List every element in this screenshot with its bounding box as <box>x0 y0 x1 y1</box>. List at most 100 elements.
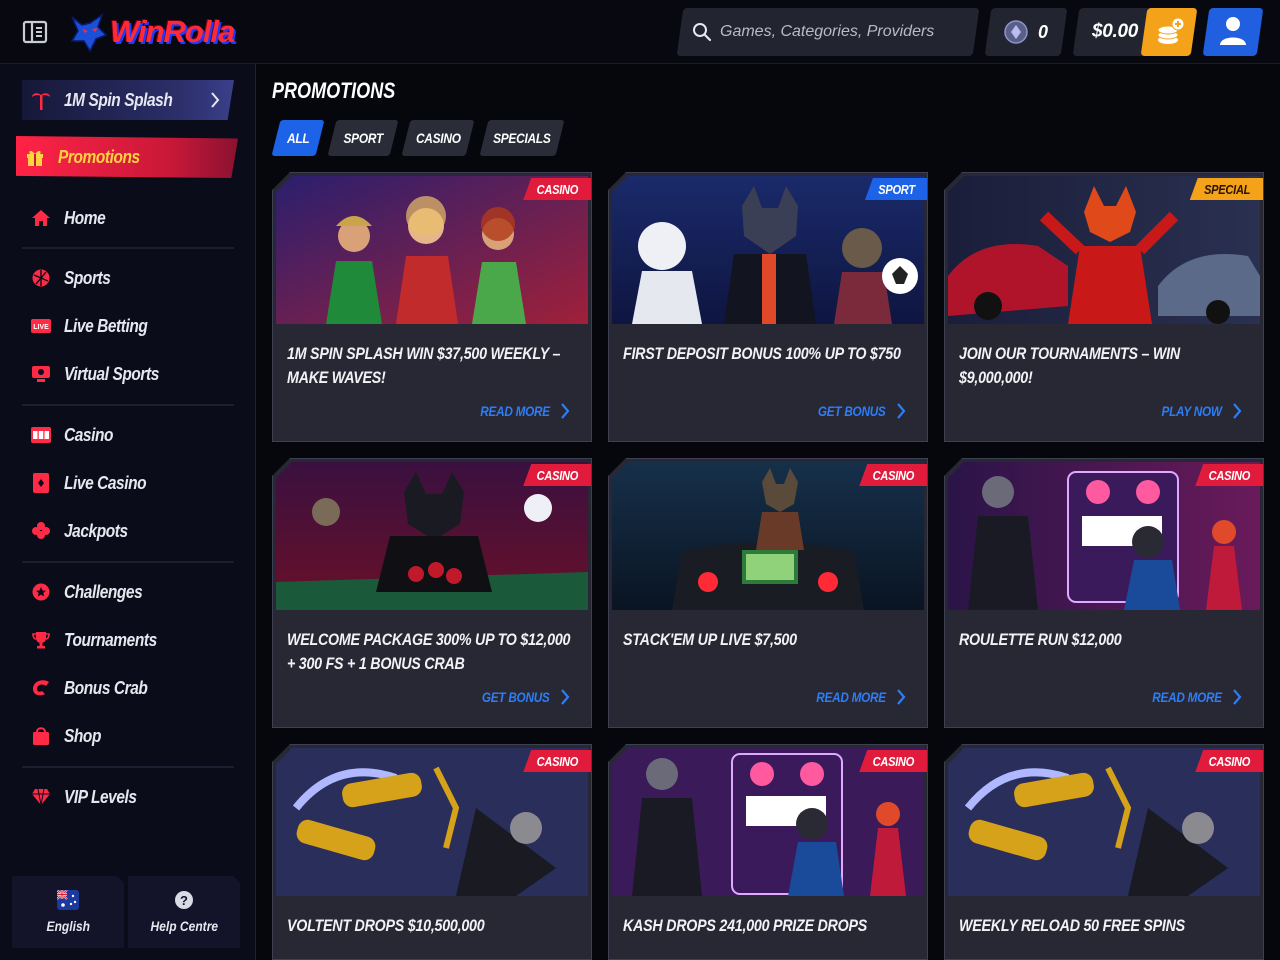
cta-label: Read More <box>816 689 886 705</box>
tab-all[interactable]: All <box>271 120 325 156</box>
category-badge: Casino <box>1195 464 1264 486</box>
play-now-link[interactable]: Play Now <box>1150 402 1242 420</box>
sidebar-item-home[interactable]: Home <box>22 198 234 238</box>
clover-icon <box>30 520 52 542</box>
help-centre-button[interactable]: ? Help Centre <box>128 876 240 948</box>
sidebar-item-label: Bonus Crab <box>64 677 148 698</box>
tab-specials[interactable]: Specials <box>479 120 565 156</box>
promo-card[interactable]: Casino Voltent Drops $10,500,000 <box>272 744 592 960</box>
sidebar-item-1m-spin-splash[interactable]: 1M Spin Splash <box>22 80 234 120</box>
language-label: English <box>46 918 90 934</box>
search-input[interactable] <box>720 23 970 41</box>
gem-coin-icon <box>1004 20 1028 44</box>
sidebar-featured-label: 1M Spin Splash <box>64 89 173 110</box>
read-more-link[interactable]: Read More <box>1139 688 1242 706</box>
chevron-right-icon <box>897 689 906 705</box>
diamond-icon <box>30 786 52 808</box>
page-title: Promotions <box>272 78 396 103</box>
shopping-bag-icon <box>30 725 52 747</box>
category-badge: Sport <box>864 178 928 200</box>
sidebar-item-promotions[interactable]: Promotions <box>16 136 238 178</box>
chevron-right-icon <box>561 403 570 419</box>
category-badge: Casino <box>1195 750 1264 772</box>
badge-star-icon <box>30 581 52 603</box>
chevron-right-icon <box>1233 403 1242 419</box>
promo-card[interactable]: Casino 1M Spin Splash Win $37,500 Weekly… <box>272 172 592 442</box>
category-badge: Casino <box>859 750 928 772</box>
crab-claw-icon <box>30 677 52 699</box>
help-question-icon: ? <box>175 891 193 909</box>
sidebar-item-label: Sports <box>64 267 111 288</box>
sidebar-item-label: Challenges <box>64 581 143 602</box>
promo-title: Weekly Reload 50 Free Spins <box>959 916 1185 935</box>
sidebar-item-label: Casino <box>64 424 114 445</box>
sidebar-item-shop[interactable]: Shop <box>22 716 234 756</box>
promo-card[interactable]: Sport First Deposit Bonus 100% up to $75… <box>608 172 928 442</box>
tab-label: Sport <box>343 130 383 146</box>
wolf-logo-icon <box>70 13 108 53</box>
sidebar-active-label: Promotions <box>58 146 140 167</box>
read-more-link[interactable]: Read More <box>803 688 906 706</box>
category-badge: Casino <box>523 178 592 200</box>
logo[interactable]: WinRolla <box>68 10 235 54</box>
promo-title: Roulette Run $12,000 <box>959 630 1122 649</box>
sidebar-divider <box>22 247 234 249</box>
sidebar-item-label: Tournaments <box>64 629 157 650</box>
sidebar-toggle-icon[interactable] <box>22 20 48 44</box>
sidebar-item-label: Live Casino <box>64 472 147 493</box>
sidebar-item-casino[interactable]: Casino <box>22 415 234 455</box>
sidebar-item-live-casino[interactable]: Live Casino <box>22 463 234 503</box>
sidebar-item-bonus-crab[interactable]: Bonus Crab <box>22 668 234 708</box>
gift-icon <box>24 146 46 168</box>
promo-card[interactable]: Casino Weekly Reload 50 Free Spins <box>944 744 1264 960</box>
sidebar-item-label: Jackpots <box>64 520 128 541</box>
cta-label: Read More <box>1152 689 1222 705</box>
tab-sport[interactable]: Sport <box>327 120 399 156</box>
svg-text:LIVE: LIVE <box>33 324 49 331</box>
promo-title: Voltent Drops $10,500,000 <box>287 916 485 935</box>
australia-flag-icon <box>57 890 79 910</box>
language-button[interactable]: English <box>12 876 124 948</box>
sidebar-item-label: Virtual Sports <box>64 363 159 384</box>
home-icon <box>30 207 52 229</box>
sidebar-item-vip-levels[interactable]: VIP Levels <box>22 777 234 817</box>
tab-casino[interactable]: Casino <box>401 120 475 156</box>
sidebar-item-tournaments[interactable]: Tournaments <box>22 620 234 660</box>
promo-card[interactable]: Casino Roulette Run $12,000 Read More <box>944 458 1264 728</box>
sidebar-item-label: Home <box>64 207 106 228</box>
sidebar-item-live-betting[interactable]: LIVE Live Betting <box>22 306 234 346</box>
sidebar-item-jackpots[interactable]: Jackpots <box>22 511 234 551</box>
svg-text:?: ? <box>180 893 188 908</box>
tab-label: Specials <box>493 130 551 146</box>
balance-amount: $0.00 <box>1092 21 1139 42</box>
help-centre-label: Help Centre <box>150 918 218 934</box>
search-icon <box>693 23 712 42</box>
promo-title: Welcome Package 300% up to $12,000 + 300… <box>287 630 571 673</box>
sidebar-item-sports[interactable]: Sports <box>22 258 234 298</box>
promo-card[interactable]: Casino Kash Drops 241,000 Prize Drops <box>608 744 928 960</box>
playing-card-icon <box>30 472 52 494</box>
promo-title: Kash Drops 241,000 Prize Drops <box>623 916 868 935</box>
live-tv-icon: LIVE <box>30 315 52 337</box>
promo-title: Stack'Em Up Live $7,500 <box>623 630 797 649</box>
tab-label: All <box>286 130 310 146</box>
sidebar-item-label: Live Betting <box>64 315 148 336</box>
trophy-icon <box>30 629 52 651</box>
read-more-link[interactable]: Read More <box>467 402 570 420</box>
category-badge: Casino <box>859 464 928 486</box>
promo-card[interactable]: Casino Welcome Package 300% up to $12,00… <box>272 458 592 728</box>
get-bonus-link[interactable]: Get Bonus <box>469 688 570 706</box>
sidebar-item-challenges[interactable]: Challenges <box>22 572 234 612</box>
user-icon <box>1220 17 1246 45</box>
get-bonus-link[interactable]: Get Bonus <box>805 402 906 420</box>
chevron-right-icon <box>211 92 220 108</box>
sidebar-item-label: VIP Levels <box>64 786 137 807</box>
category-badge: Casino <box>523 464 592 486</box>
cta-label: Get Bonus <box>818 403 886 419</box>
virtual-monitor-icon <box>30 363 52 385</box>
sidebar-item-virtual-sports[interactable]: Virtual Sports <box>22 354 234 394</box>
promo-card[interactable]: Special Join our Tournaments – Win $9,00… <box>944 172 1264 442</box>
sidebar-divider <box>22 561 234 563</box>
promo-card[interactable]: Casino Stack'Em Up Live $7,500 Read More <box>608 458 928 728</box>
palm-tree-icon <box>30 89 52 111</box>
